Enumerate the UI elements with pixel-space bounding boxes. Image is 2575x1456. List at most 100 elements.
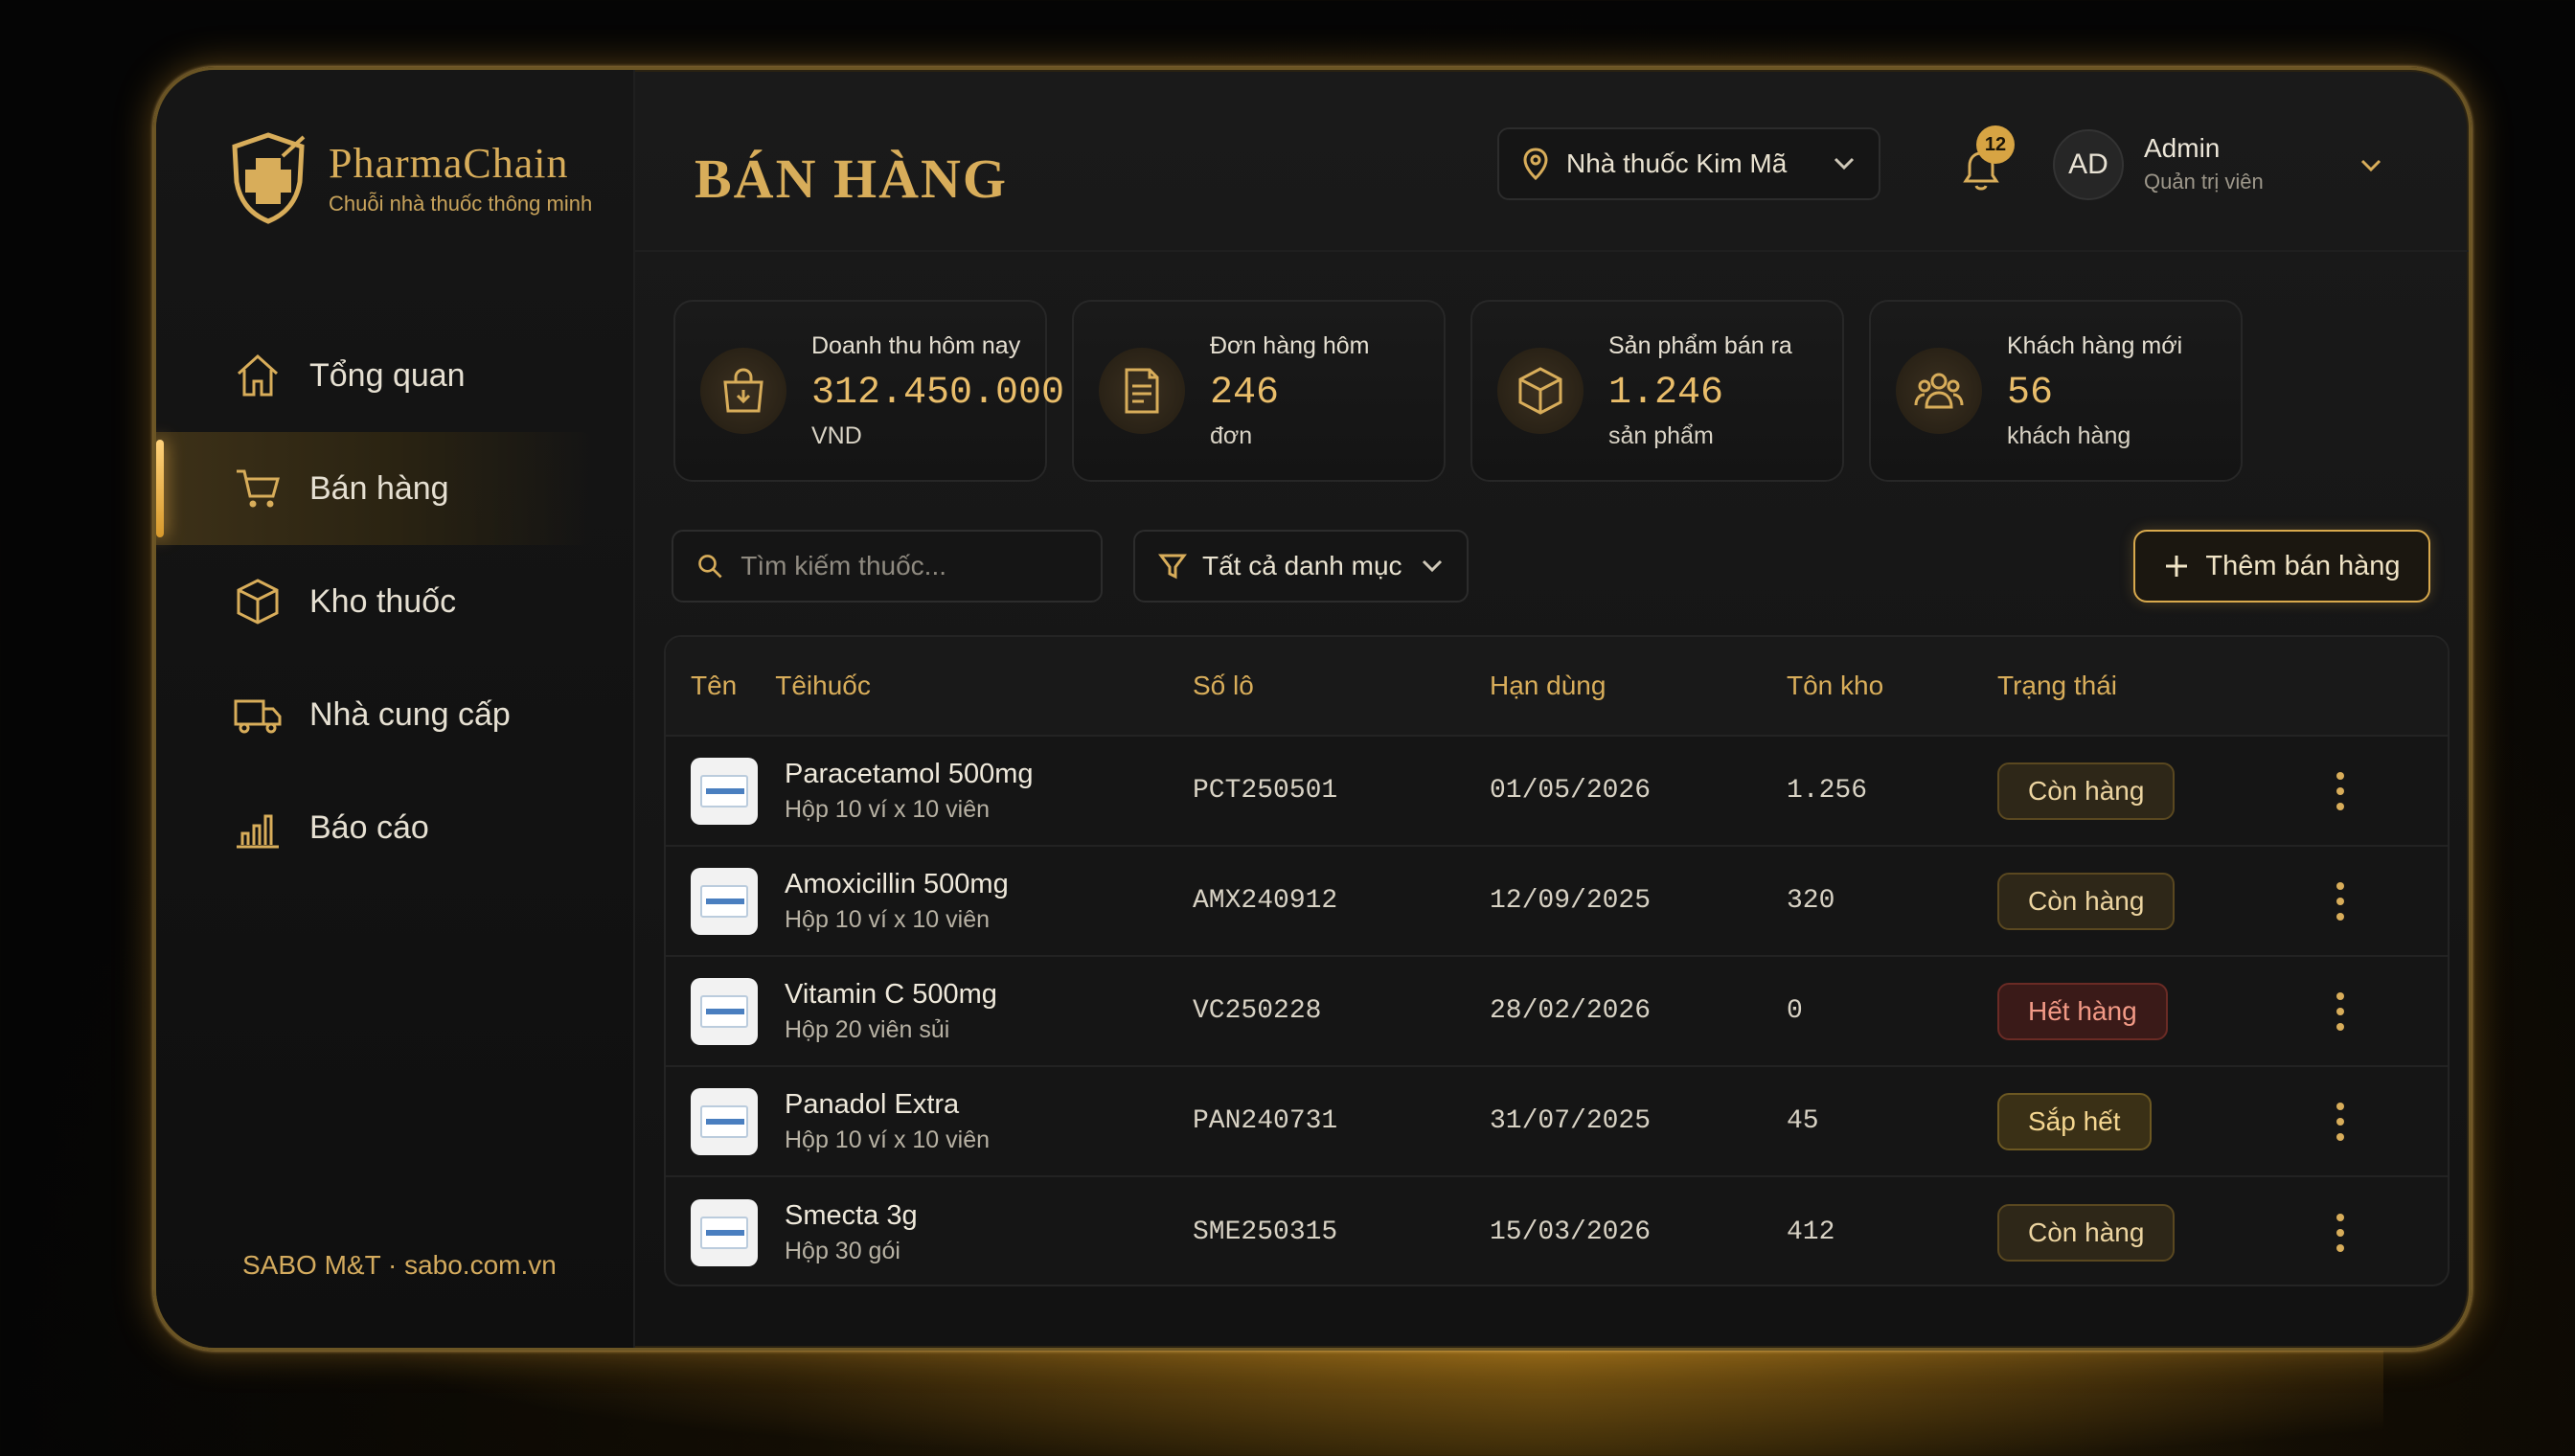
actions-cell bbox=[2237, 1102, 2448, 1141]
more-vertical-icon[interactable] bbox=[2336, 771, 2348, 810]
stat-unit: khách hàng bbox=[2007, 421, 2131, 449]
location-pin-icon bbox=[1523, 148, 1548, 180]
status-badge: Còn hàng bbox=[1997, 872, 2176, 930]
stock-cell: 45 bbox=[1787, 1106, 1819, 1136]
header-batch[interactable]: Số lô bbox=[1193, 671, 1490, 701]
sidebar-item-label: Kho thuốc bbox=[309, 582, 457, 620]
name-cell: Paracetamol 500mg Hộp 10 ví x 10 viên bbox=[666, 757, 1193, 825]
stat-card-orders: Đơn hàng hôm 246 đơn bbox=[1072, 300, 1446, 482]
brand-tagline: Chuỗi nhà thuốc thông minh bbox=[329, 191, 593, 216]
product-thumbnail bbox=[691, 1087, 758, 1155]
stock-cell: 412 bbox=[1787, 1217, 1835, 1247]
status-cell: Còn hàng bbox=[1997, 872, 2237, 930]
stat-label: Doanh thu hôm nay bbox=[811, 331, 1021, 359]
stats-cards: Doanh thu hôm nay 312.450.000 VND Đơn hà… bbox=[673, 300, 2243, 482]
actions-cell bbox=[2237, 881, 2448, 921]
table-row[interactable]: Vitamin C 500mg Hộp 20 viên sủi VC250228 … bbox=[666, 957, 2448, 1067]
shopping-bag-icon bbox=[723, 368, 763, 413]
add-sale-label: Thêm bán hàng bbox=[2205, 550, 2401, 581]
batch-cell: VC250228 bbox=[1193, 996, 1322, 1026]
name-cell: Smecta 3g Hộp 30 gói bbox=[666, 1198, 1193, 1266]
stat-label: Khách hàng mới bbox=[2007, 331, 2183, 359]
header-name-cell: Tên Têihuốc bbox=[666, 671, 1193, 701]
stat-unit: đơn bbox=[1210, 421, 1253, 449]
sidebar-item-reports[interactable]: Báo cáo bbox=[156, 771, 633, 884]
search-input[interactable] bbox=[741, 551, 1078, 581]
header-name[interactable]: Têihuốc bbox=[775, 671, 871, 701]
sidebar-item-suppliers[interactable]: Nhà cung cấp bbox=[156, 658, 633, 771]
stock-cell: 1.256 bbox=[1787, 776, 1868, 806]
stat-value: 56 bbox=[2007, 371, 2054, 415]
batch-cell: AMX240912 bbox=[1193, 886, 1338, 916]
category-filter[interactable]: Tất cả danh mục bbox=[1133, 530, 1469, 603]
app-window: PharmaChain Chuỗi nhà thuốc thông minh T… bbox=[153, 67, 2472, 1351]
table-row[interactable]: Panadol Extra Hộp 10 ví x 10 viên PAN2407… bbox=[666, 1067, 2448, 1177]
status-badge: Sắp hết bbox=[1997, 1092, 2152, 1150]
expiry-cell: 15/03/2026 bbox=[1490, 1217, 1652, 1247]
actions-cell bbox=[2237, 771, 2448, 810]
status-cell: Còn hàng bbox=[1997, 762, 2237, 820]
more-vertical-icon[interactable] bbox=[2336, 881, 2348, 921]
sidebar-item-label: Báo cáo bbox=[309, 808, 429, 846]
stat-card-products-sold: Sản phẩm bán ra 1.246 sản phẩm bbox=[1470, 300, 1844, 482]
main-content: BÁN HÀNG Nhà thuốc Kim Mã 12 AD Admin Qu… bbox=[635, 70, 2469, 1348]
sidebar-item-inventory[interactable]: Kho thuốc bbox=[156, 545, 633, 658]
header-stock[interactable]: Tôn kho bbox=[1787, 671, 1997, 701]
filter-icon bbox=[1158, 554, 1187, 580]
home-icon bbox=[237, 353, 279, 397]
truck-icon bbox=[234, 699, 282, 734]
batch-cell: SME250315 bbox=[1193, 1217, 1338, 1247]
stock-cell: 320 bbox=[1787, 886, 1835, 916]
more-vertical-icon[interactable] bbox=[2336, 1213, 2348, 1252]
expiry-cell: 28/02/2026 bbox=[1490, 996, 1652, 1026]
medicine-pack: Hộp 10 ví x 10 viên bbox=[785, 795, 991, 823]
add-sale-button[interactable]: Thêm bán hàng bbox=[2133, 530, 2430, 603]
name-cell: Vitamin C 500mg Hộp 20 viên sủi bbox=[666, 977, 1193, 1045]
medicine-pack: Hộp 30 gói bbox=[785, 1237, 900, 1264]
user-role: Quản trị viên bbox=[2144, 170, 2264, 193]
sidebar-item-label: Nhà cung cấp bbox=[309, 695, 511, 733]
medicine-pack: Hộp 10 ví x 10 viên bbox=[785, 905, 991, 933]
table-header: Tên Têihuốc Số lô Hạn dùng Tôn kho Trạng… bbox=[666, 637, 2448, 737]
plus-icon bbox=[2166, 556, 2188, 577]
medicine-name: Paracetamol 500mg bbox=[785, 758, 1034, 789]
more-vertical-icon[interactable] bbox=[2336, 1102, 2348, 1141]
table-row[interactable]: Amoxicillin 500mg Hộp 10 ví x 10 viên AMX… bbox=[666, 847, 2448, 957]
stat-value: 312.450.000 bbox=[811, 371, 1065, 415]
brand[interactable]: PharmaChain Chuỗi nhà thuốc thông minh bbox=[225, 129, 592, 225]
more-vertical-icon[interactable] bbox=[2336, 991, 2348, 1031]
receipt-icon bbox=[1125, 368, 1159, 414]
shield-cross-logo-icon bbox=[232, 132, 306, 224]
store-select[interactable]: Nhà thuốc Kim Mã bbox=[1497, 127, 1880, 200]
avatar[interactable]: AD bbox=[2053, 129, 2124, 200]
user-info[interactable]: Admin Quản trị viên bbox=[2144, 133, 2264, 194]
stat-label: Sản phẩm bán ra bbox=[1608, 331, 1792, 359]
store-name: Nhà thuốc Kim Mã bbox=[1566, 148, 1788, 178]
status-cell: Hết hàng bbox=[1997, 982, 2237, 1040]
stat-card-new-customers: Khách hàng mới 56 khách hàng bbox=[1869, 300, 2243, 482]
stat-value: 1.246 bbox=[1608, 371, 1724, 415]
sidebar-item-overview[interactable]: Tổng quan bbox=[156, 319, 633, 432]
brand-name: PharmaChain bbox=[329, 139, 569, 187]
chevron-down-icon[interactable] bbox=[2359, 158, 2382, 173]
table-row[interactable]: Smecta 3g Hộp 30 gói SME250315 15/03/2026… bbox=[666, 1177, 2448, 1285]
table-row[interactable]: Paracetamol 500mg Hộp 10 ví x 10 viên PCT… bbox=[666, 737, 2448, 847]
batch-cell: PAN240731 bbox=[1193, 1106, 1338, 1136]
name-cell: Amoxicillin 500mg Hộp 10 ví x 10 viên bbox=[666, 867, 1193, 935]
product-thumbnail bbox=[691, 867, 758, 935]
medicine-name: Amoxicillin 500mg bbox=[785, 868, 1009, 899]
filter-label: Tất cả danh mục bbox=[1202, 551, 1402, 580]
expiry-cell: 01/05/2026 bbox=[1490, 776, 1652, 806]
header-status[interactable]: Trạng thái bbox=[1997, 671, 2237, 701]
sidebar-nav: Tổng quan Bán hàng Kho thuốc Nhà cung cấ… bbox=[156, 319, 633, 884]
status-badge: Hết hàng bbox=[1997, 982, 2168, 1040]
cart-icon bbox=[237, 469, 280, 508]
medicine-pack: Hộp 20 viên sủi bbox=[785, 1015, 950, 1043]
stat-unit: sản phẩm bbox=[1608, 421, 1714, 449]
sidebar-item-sales[interactable]: Bán hàng bbox=[156, 432, 595, 545]
status-badge: Còn hàng bbox=[1997, 1203, 2176, 1262]
status-badge: Còn hàng bbox=[1997, 762, 2176, 820]
header-image[interactable]: Tên bbox=[691, 671, 737, 701]
header-expiry[interactable]: Hạn dùng bbox=[1490, 671, 1787, 701]
name-cell: Panadol Extra Hộp 10 ví x 10 viên bbox=[666, 1087, 1193, 1155]
